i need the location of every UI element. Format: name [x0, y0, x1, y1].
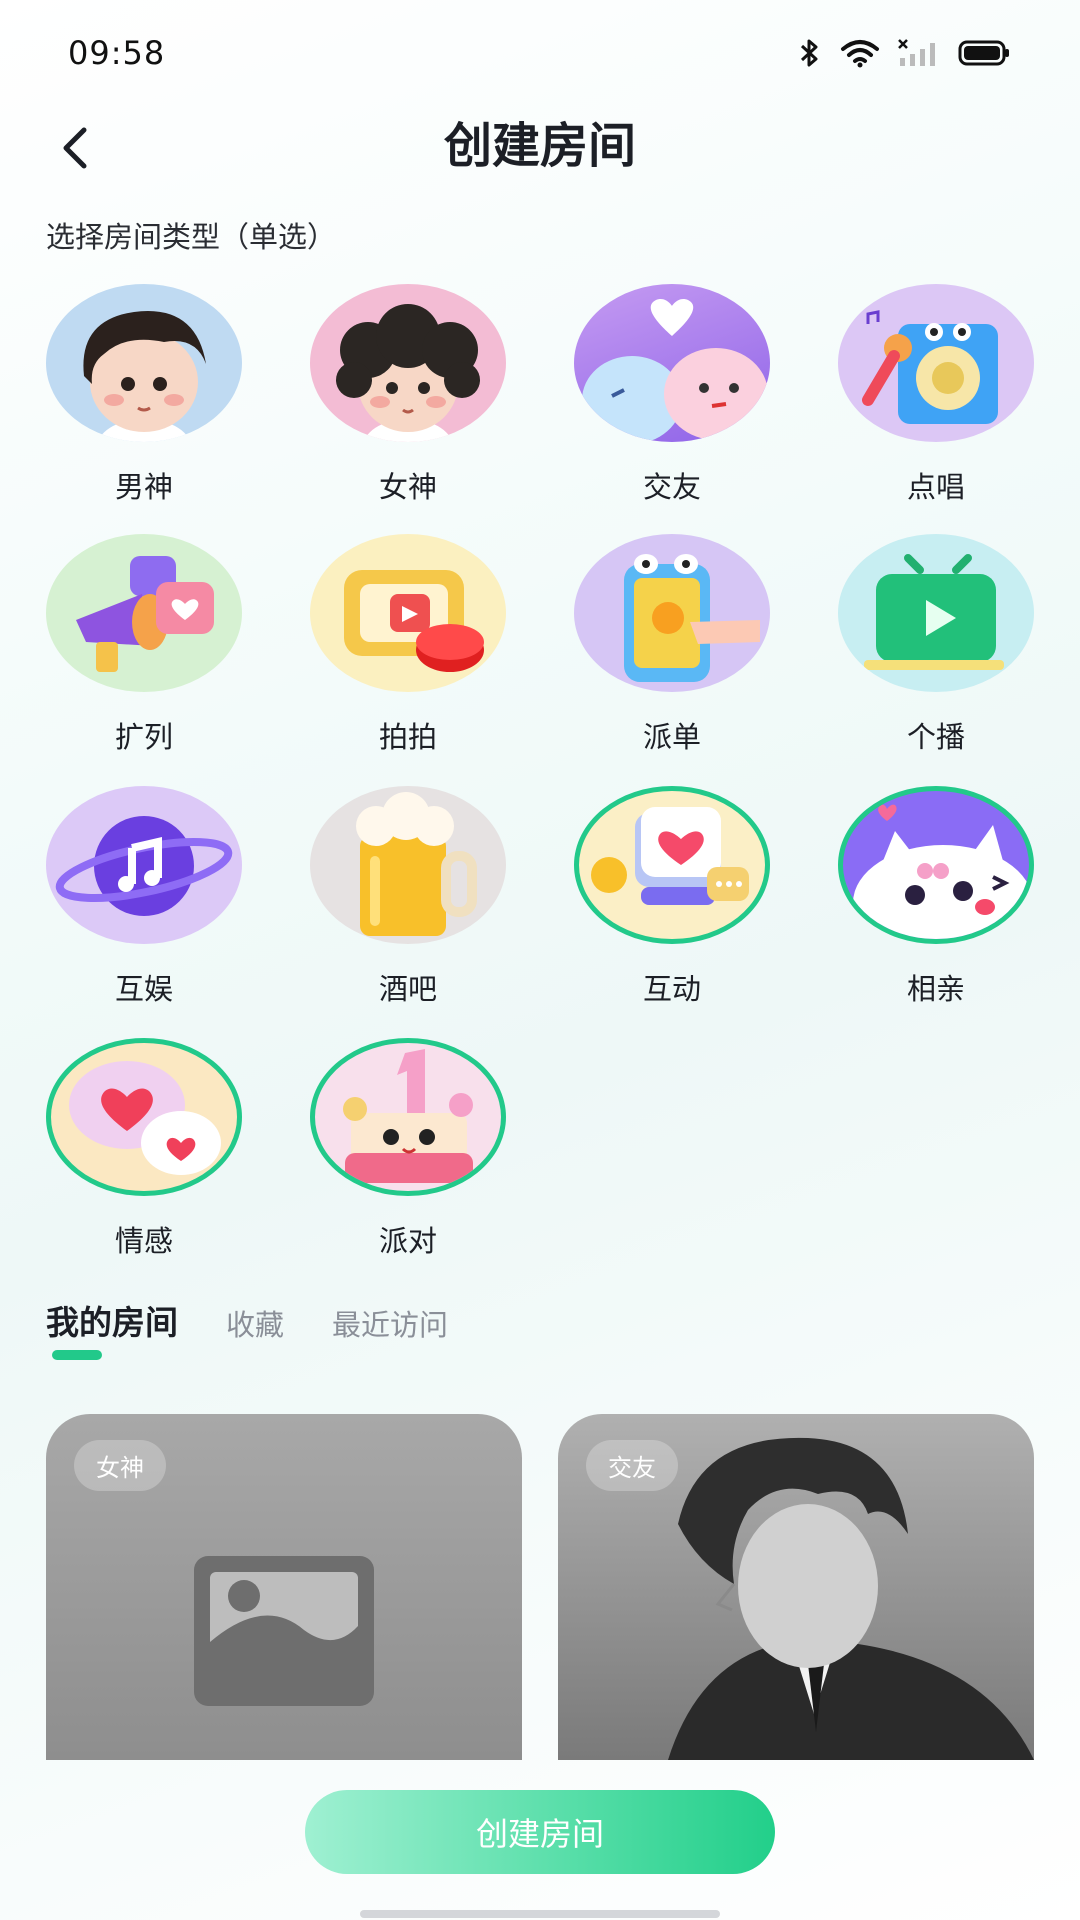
- image-placeholder-icon: [194, 1556, 374, 1706]
- room-type-tile-live[interactable]: 个播: [838, 534, 1034, 764]
- party-cake-icon: [310, 1038, 506, 1196]
- beer-mug-icon: [310, 786, 506, 944]
- room-type-tile-emotion[interactable]: 情感: [46, 1038, 242, 1268]
- tv-play-icon: [838, 534, 1034, 692]
- room-type-label-item: 派单: [642, 720, 701, 754]
- room-type-badge: 女神: [74, 1440, 166, 1491]
- room-type-label-item: 情感: [114, 1224, 173, 1258]
- status-bar: 09:58: [0, 0, 1080, 100]
- room-type-label-item: 互娱: [114, 972, 173, 1006]
- room-type-tile-boy[interactable]: 男神: [46, 284, 242, 514]
- bluetooth-icon: [800, 39, 818, 67]
- room-type-label: 选择房间类型（单选）: [46, 220, 337, 254]
- room-type-label-item: 扩列: [114, 720, 173, 754]
- tab-indicator: [52, 1350, 102, 1360]
- megaphone-icon: [46, 534, 242, 692]
- room-type-label-item: 酒吧: [378, 972, 437, 1006]
- status-time: 09:58: [68, 34, 166, 72]
- room-type-label-item: 女神: [378, 470, 437, 504]
- room-type-label-item: 相亲: [906, 972, 965, 1006]
- music-planet-icon: [46, 786, 242, 944]
- room-type-tile-karaoke[interactable]: 点唱: [838, 284, 1034, 514]
- wifi-icon: [841, 40, 879, 68]
- room-type-tile-tap[interactable]: 拍拍: [310, 534, 506, 764]
- room-type-label-item: 派对: [378, 1224, 437, 1258]
- create-room-button[interactable]: 创建房间: [305, 1790, 775, 1874]
- cute-cat-icon: [838, 786, 1034, 944]
- create-room-button-label: 创建房间: [475, 1815, 604, 1853]
- room-type-tile-party[interactable]: 派对: [310, 1038, 506, 1268]
- room-tabs: 我的房间 收藏 最近访问: [46, 1296, 448, 1344]
- room-type-tile-expand[interactable]: 扩列: [46, 534, 242, 764]
- room-type-label-item: 男神: [114, 470, 173, 504]
- karaoke-speaker-icon: [838, 284, 1034, 442]
- room-type-tile-bar[interactable]: 酒吧: [310, 786, 506, 1016]
- room-type-label-item: 个播: [906, 720, 965, 754]
- room-type-label-item: 互动: [642, 972, 701, 1006]
- room-type-label-item: 拍拍: [378, 720, 437, 754]
- room-type-tile-dispatch[interactable]: 派单: [574, 534, 770, 764]
- signal-icon: [898, 39, 935, 66]
- room-type-tile-interact[interactable]: 互动: [574, 786, 770, 1016]
- room-type-tile-friends[interactable]: 交友: [574, 284, 770, 514]
- room-type-tile-girl[interactable]: 女神: [310, 284, 506, 514]
- room-type-badge: 交友: [586, 1440, 678, 1491]
- chat-heart-icon: [574, 786, 770, 944]
- room-type-label-item: 点唱: [906, 470, 965, 504]
- status-icons: [796, 38, 1010, 68]
- room-card[interactable]: 交友: [558, 1414, 1034, 1760]
- phone-tap-icon: [574, 534, 770, 692]
- tap-button-icon: [310, 534, 506, 692]
- boy-avatar-icon: [46, 284, 242, 442]
- tab-recent[interactable]: 最近访问: [332, 1302, 448, 1344]
- heart-bubbles-icon: [46, 1038, 242, 1196]
- room-type-tile-dating[interactable]: 相亲: [838, 786, 1034, 1016]
- page-title: 创建房间: [443, 118, 636, 174]
- room-card-list: 女神 交友: [46, 1414, 1034, 1760]
- friends-bubbles-icon: [574, 284, 770, 442]
- battery-icon: [958, 40, 1009, 66]
- room-type-label-item: 交友: [642, 470, 701, 504]
- room-card[interactable]: 女神: [46, 1414, 522, 1760]
- tab-my-rooms[interactable]: 我的房间: [46, 1296, 178, 1344]
- nav-bar: 创建房间: [0, 100, 1080, 210]
- room-type-tile-entertainment[interactable]: 互娱: [46, 786, 242, 1016]
- tab-favorites[interactable]: 收藏: [226, 1302, 284, 1344]
- home-indicator: [360, 1910, 720, 1918]
- girl-avatar-icon: [310, 284, 506, 442]
